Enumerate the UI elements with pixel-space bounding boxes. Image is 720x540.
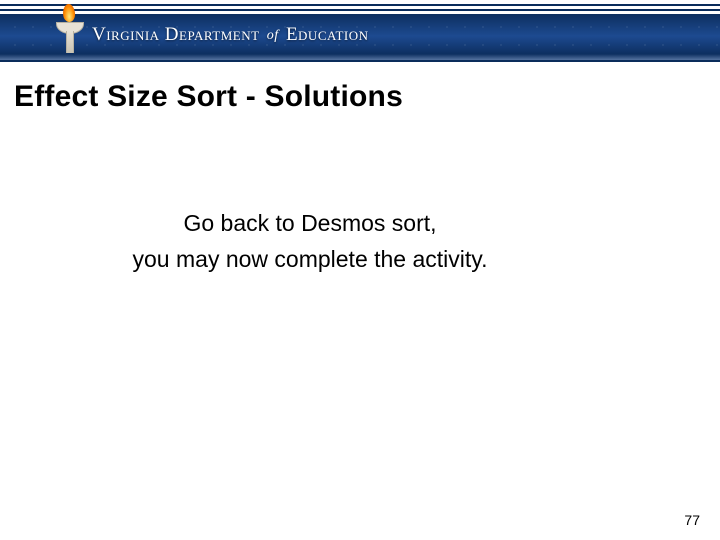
torch-icon [52,14,86,54]
slide: Virginia Department of Education Effect … [0,0,720,540]
torch-shaft [66,31,74,53]
banner-body: Virginia Department of Education [0,14,720,54]
roof-line [0,9,720,11]
org-wordmark: Virginia Department of Education [92,25,368,44]
org-name-post: Education [281,24,369,45]
body-line-2: you may now complete the activity. [0,242,720,278]
org-name-pre: Virginia Department [92,24,265,45]
banner-roof [0,0,720,14]
roof-line [0,4,720,6]
body-line-1: Go back to Desmos sort, [0,206,720,242]
header-banner: Virginia Department of Education [0,0,720,62]
page-number: 77 [684,512,700,528]
body-copy: Go back to Desmos sort, you may now comp… [0,206,720,277]
banner-edge [0,60,720,62]
page-title: Effect Size Sort - Solutions [14,80,403,114]
org-name-of: of [267,28,279,43]
